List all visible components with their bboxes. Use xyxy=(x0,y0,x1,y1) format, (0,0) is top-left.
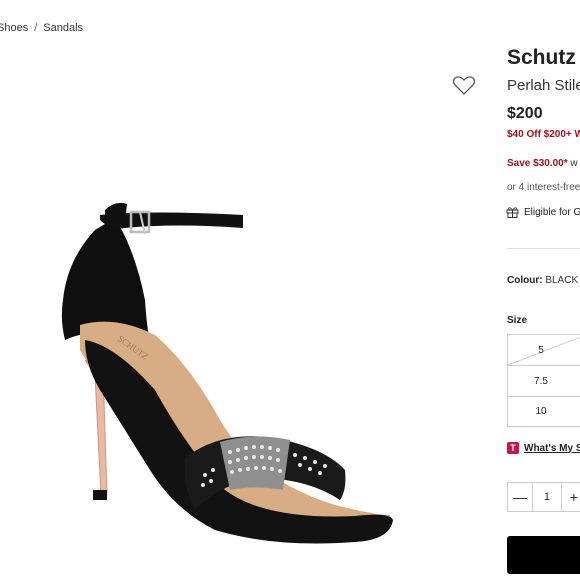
installments-text: or 4 interest-free xyxy=(507,182,580,193)
size-option-10[interactable]: 10 xyxy=(507,396,580,427)
size-option-5-unavailable[interactable]: 5 xyxy=(507,334,580,365)
size-value: 10 xyxy=(535,406,547,417)
gift-label: Eligible for G xyxy=(524,206,580,218)
size-guide-badge-icon: T xyxy=(507,442,519,454)
save-suffix: w xyxy=(567,158,578,169)
size-value: 7.5 xyxy=(534,375,548,387)
promo-text[interactable]: $40 Off $200+ W xyxy=(507,129,580,140)
brand-name[interactable]: Schutz xyxy=(507,46,576,70)
quantity-stepper: — 1 + xyxy=(507,482,580,512)
quantity-value[interactable]: 1 xyxy=(532,483,562,511)
size-option-7-5[interactable]: 7.5 xyxy=(507,365,580,396)
quantity-increase-button[interactable]: + xyxy=(562,483,580,511)
product-price: $200 xyxy=(507,105,543,122)
colour-info: Colour: BLACK xyxy=(507,275,578,286)
gift-icon xyxy=(506,207,519,218)
size-label: Size xyxy=(507,315,528,326)
breadcrumb-separator: / xyxy=(34,22,38,34)
add-to-bag-button[interactable] xyxy=(507,536,580,574)
quantity-decrease-button[interactable]: — xyxy=(508,483,532,511)
product-name: Perlah Stile xyxy=(507,77,580,94)
unavailable-strike xyxy=(508,336,580,365)
breadcrumb: Shoes / Sandals xyxy=(0,22,83,34)
product-image: SCHUTZ xyxy=(61,202,393,544)
save-amount: Save $30.00* xyxy=(507,158,568,169)
size-guide: T What's My S xyxy=(507,442,580,454)
breadcrumb-sandals[interactable]: Sandals xyxy=(43,22,83,34)
heart-icon[interactable] xyxy=(452,74,476,96)
size-value: 5 xyxy=(538,344,544,356)
size-guide-link[interactable]: What's My S xyxy=(524,443,580,454)
breadcrumb-shoes[interactable]: Shoes xyxy=(0,22,28,34)
size-grid: 5 7.5 10 xyxy=(507,334,580,427)
divider xyxy=(507,248,580,249)
save-offer: Save $30.00* w xyxy=(507,158,578,169)
colour-label: Colour: xyxy=(507,275,543,286)
colour-value: BLACK xyxy=(542,275,579,286)
gift-eligibility: Eligible for G xyxy=(506,206,580,218)
